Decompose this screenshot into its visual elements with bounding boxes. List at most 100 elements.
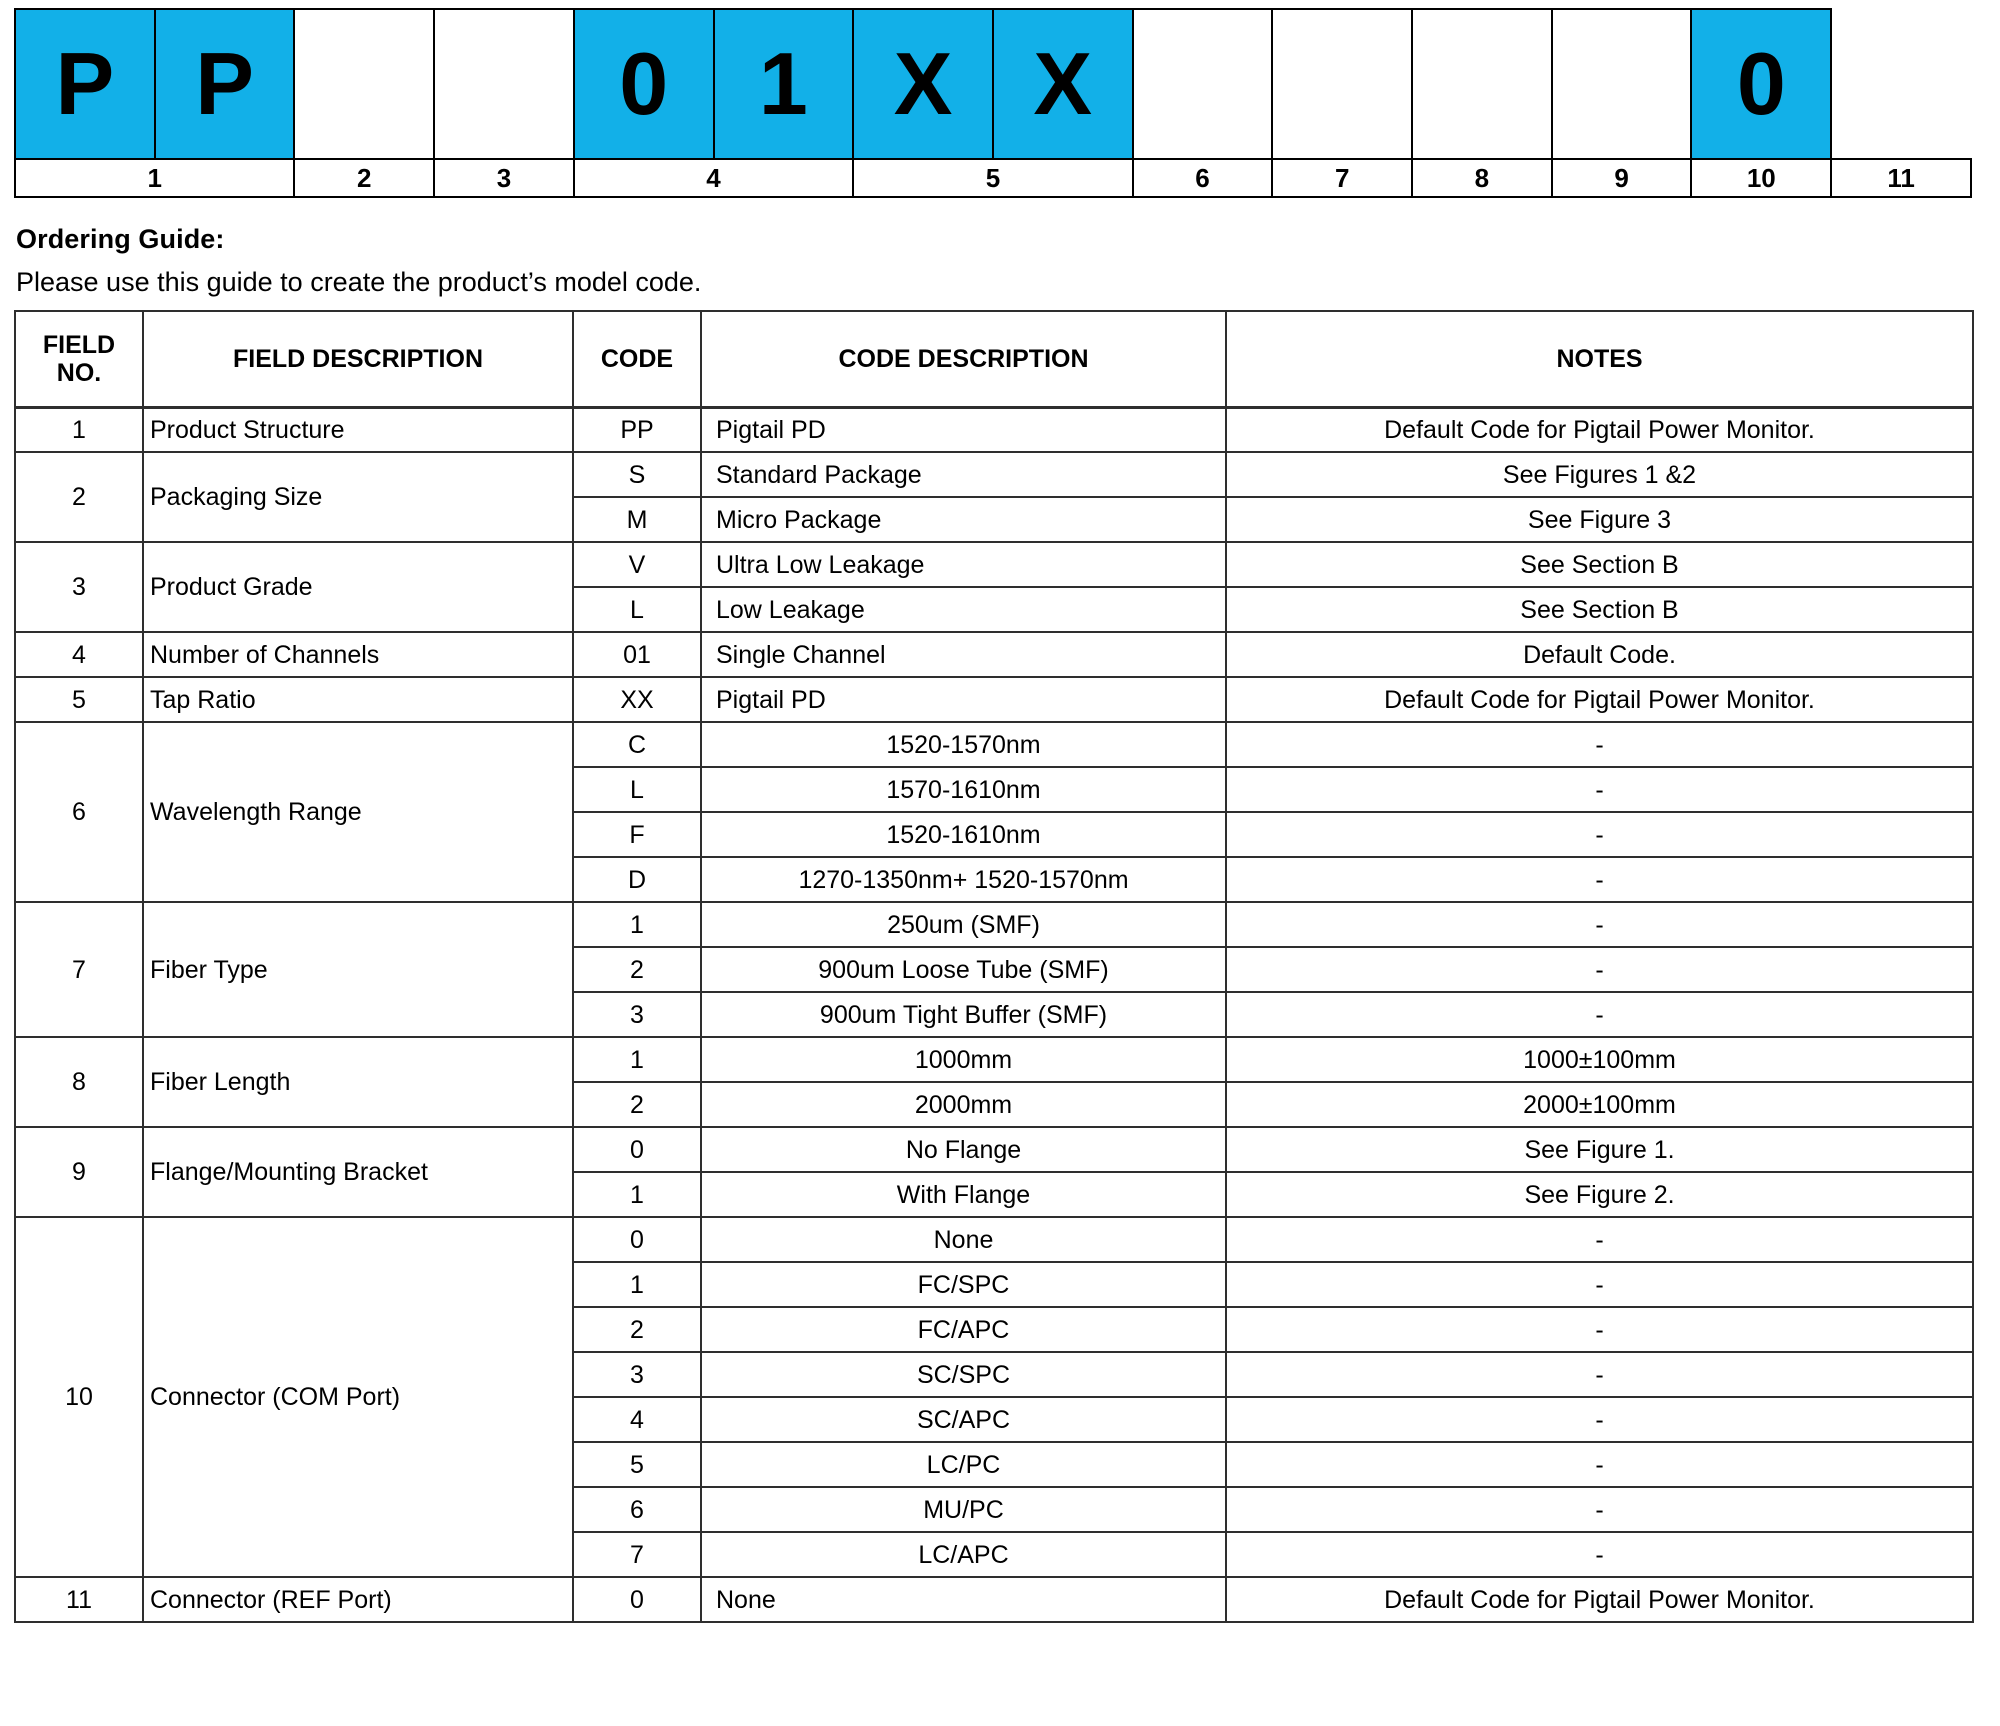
cell-code-description: Micro Package <box>700 496 1227 543</box>
table-row: 3 Product Grade V Ultra Low Leakage See Sect… <box>14 541 1974 633</box>
cell-code-description: SC/APC <box>700 1396 1227 1443</box>
cell-code: 01 <box>572 631 702 678</box>
cell-notes: See Figure 3 <box>1225 496 1974 543</box>
cell-notes: - <box>1225 901 1974 948</box>
table-row: 1 Product Structure PP Pigtail PD Default Co… <box>14 406 1974 453</box>
cell-notes: - <box>1225 721 1974 768</box>
cell-code: 7 <box>572 1531 702 1578</box>
model-code-character-row: PP01XX0 <box>14 8 1971 160</box>
table-row: 9 Flange/Mounting Bracket 0 No Flange See Fi… <box>14 1126 1974 1218</box>
cell-code-description: None <box>700 1576 1227 1623</box>
cell-field-no-5: 5 <box>14 676 144 723</box>
cell-field-no-6: 6 <box>14 721 144 903</box>
header-code: CODE <box>572 310 702 409</box>
cell-code-description: SC/SPC <box>700 1351 1227 1398</box>
table-header-row: FIELD NO. FIELD DESCRIPTION CODE CODE DE… <box>14 310 1974 409</box>
cell-notes: 2000±100mm <box>1225 1081 1974 1128</box>
cell-code-description: FC/APC <box>700 1306 1227 1353</box>
cell-code-description: 2000mm <box>700 1081 1227 1128</box>
model-code-char-9 <box>1131 8 1274 160</box>
cell-field-description-11: Connector (REF Port) <box>142 1576 574 1623</box>
cell-field-description-6: Wavelength Range <box>142 721 574 903</box>
cell-field-no-8: 8 <box>14 1036 144 1128</box>
model-code-char-8: X <box>991 8 1134 160</box>
cell-code: XX <box>572 676 702 723</box>
cell-code-description: LC/PC <box>700 1441 1227 1488</box>
ordering-guide-title: Ordering Guide: <box>16 224 225 254</box>
cell-code-description: 1000mm <box>700 1036 1227 1083</box>
cell-code-description: Low Leakage <box>700 586 1227 633</box>
cell-code-description: 1520-1610nm <box>700 811 1227 858</box>
cell-code: S <box>572 451 702 498</box>
model-code-position-4: 4 <box>572 158 855 198</box>
cell-field-no-2: 2 <box>14 451 144 543</box>
cell-notes: 1000±100mm <box>1225 1036 1974 1083</box>
ordering-guide-table: FIELD NO. FIELD DESCRIPTION CODE CODE DE… <box>14 310 1974 1623</box>
cell-code-description: Pigtail PD <box>700 676 1227 723</box>
cell-code: F <box>572 811 702 858</box>
cell-code-description: 900um Loose Tube (SMF) <box>700 946 1227 993</box>
cell-code-description: Ultra Low Leakage <box>700 541 1227 588</box>
cell-code: V <box>572 541 702 588</box>
cell-notes: Default Code. <box>1225 631 1974 678</box>
cell-code: 2 <box>572 1081 702 1128</box>
cell-code: 3 <box>572 991 702 1038</box>
model-code-position-11: 11 <box>1830 158 1972 198</box>
header-notes: NOTES <box>1225 310 1974 409</box>
cell-code: 2 <box>572 946 702 993</box>
cell-notes: - <box>1225 856 1974 903</box>
cell-code: M <box>572 496 702 543</box>
table-row: 5 Tap Ratio XX Pigtail PD Default Code for P… <box>14 676 1974 723</box>
cell-code-description: MU/PC <box>700 1486 1227 1533</box>
model-code-char-7: X <box>852 8 994 160</box>
model-code-table: PP01XX0 1 2 3 4 5 6 7 8 9 10 11 <box>13 8 1972 198</box>
cell-field-no-1: 1 <box>14 406 144 453</box>
cell-code: 6 <box>572 1486 702 1533</box>
cell-code: 3 <box>572 1351 702 1398</box>
cell-code-description: LC/APC <box>700 1531 1227 1578</box>
header-code-description: CODE DESCRIPTION <box>700 310 1227 409</box>
ordering-guide-table-wrap: FIELD NO. FIELD DESCRIPTION CODE CODE DE… <box>0 310 2000 1623</box>
cell-code: 2 <box>572 1306 702 1353</box>
cell-code: 1 <box>572 1171 702 1218</box>
cell-code: L <box>572 766 702 813</box>
cell-field-no-9: 9 <box>14 1126 144 1218</box>
model-code-char-11 <box>1411 8 1553 160</box>
model-code-char-1: P <box>14 8 156 160</box>
cell-code-description: Single Channel <box>700 631 1227 678</box>
cell-code: 5 <box>572 1441 702 1488</box>
model-code-position-10: 10 <box>1690 158 1833 198</box>
table-row: 8 Fiber Length 1 1000mm 1000±100mm <box>14 1036 1974 1128</box>
cell-notes: - <box>1225 1351 1974 1398</box>
model-code-char-4 <box>433 8 575 160</box>
cell-notes: - <box>1225 946 1974 993</box>
cell-code-description: None <box>700 1216 1227 1263</box>
cell-field-no-10: 10 <box>14 1216 144 1578</box>
table-row: 10 Connector (COM Port) 0 None - <box>14 1216 1974 1578</box>
cell-code-description: 250um (SMF) <box>700 901 1227 948</box>
cell-field-description-2: Packaging Size <box>142 451 574 543</box>
cell-notes: - <box>1225 991 1974 1038</box>
cell-field-description-9: Flange/Mounting Bracket <box>142 1126 574 1218</box>
cell-notes: - <box>1225 1441 1974 1488</box>
cell-field-description-5: Tap Ratio <box>142 676 574 723</box>
header-field-no-line2: NO. <box>56 358 102 387</box>
cell-field-description-7: Fiber Type <box>142 901 574 1038</box>
model-code-position-3: 3 <box>433 158 575 198</box>
cell-notes: Default Code for Pigtail Power Monitor. <box>1225 1576 1974 1623</box>
cell-notes: - <box>1225 1531 1974 1578</box>
cell-notes: - <box>1225 766 1974 813</box>
cell-code: D <box>572 856 702 903</box>
cell-code: PP <box>572 406 702 453</box>
model-code-position-1: 1 <box>13 158 296 198</box>
table-row: 4 Number of Channels 01 Single Channel Defau… <box>14 631 1974 678</box>
cell-code-description: No Flange <box>700 1126 1227 1173</box>
cell-notes: See Figure 1. <box>1225 1126 1974 1173</box>
cell-notes: See Figure 2. <box>1225 1171 1974 1218</box>
model-code-char-13: 0 <box>1690 8 1833 160</box>
model-code-position-2: 2 <box>293 158 436 198</box>
cell-notes: Default Code for Pigtail Power Monitor. <box>1225 676 1974 723</box>
cell-field-no-3: 3 <box>14 541 144 633</box>
ordering-guide-subtitle: Please use this guide to create the prod… <box>16 267 702 297</box>
model-code-position-row: 1 2 3 4 5 6 7 8 9 10 11 <box>13 158 1972 198</box>
